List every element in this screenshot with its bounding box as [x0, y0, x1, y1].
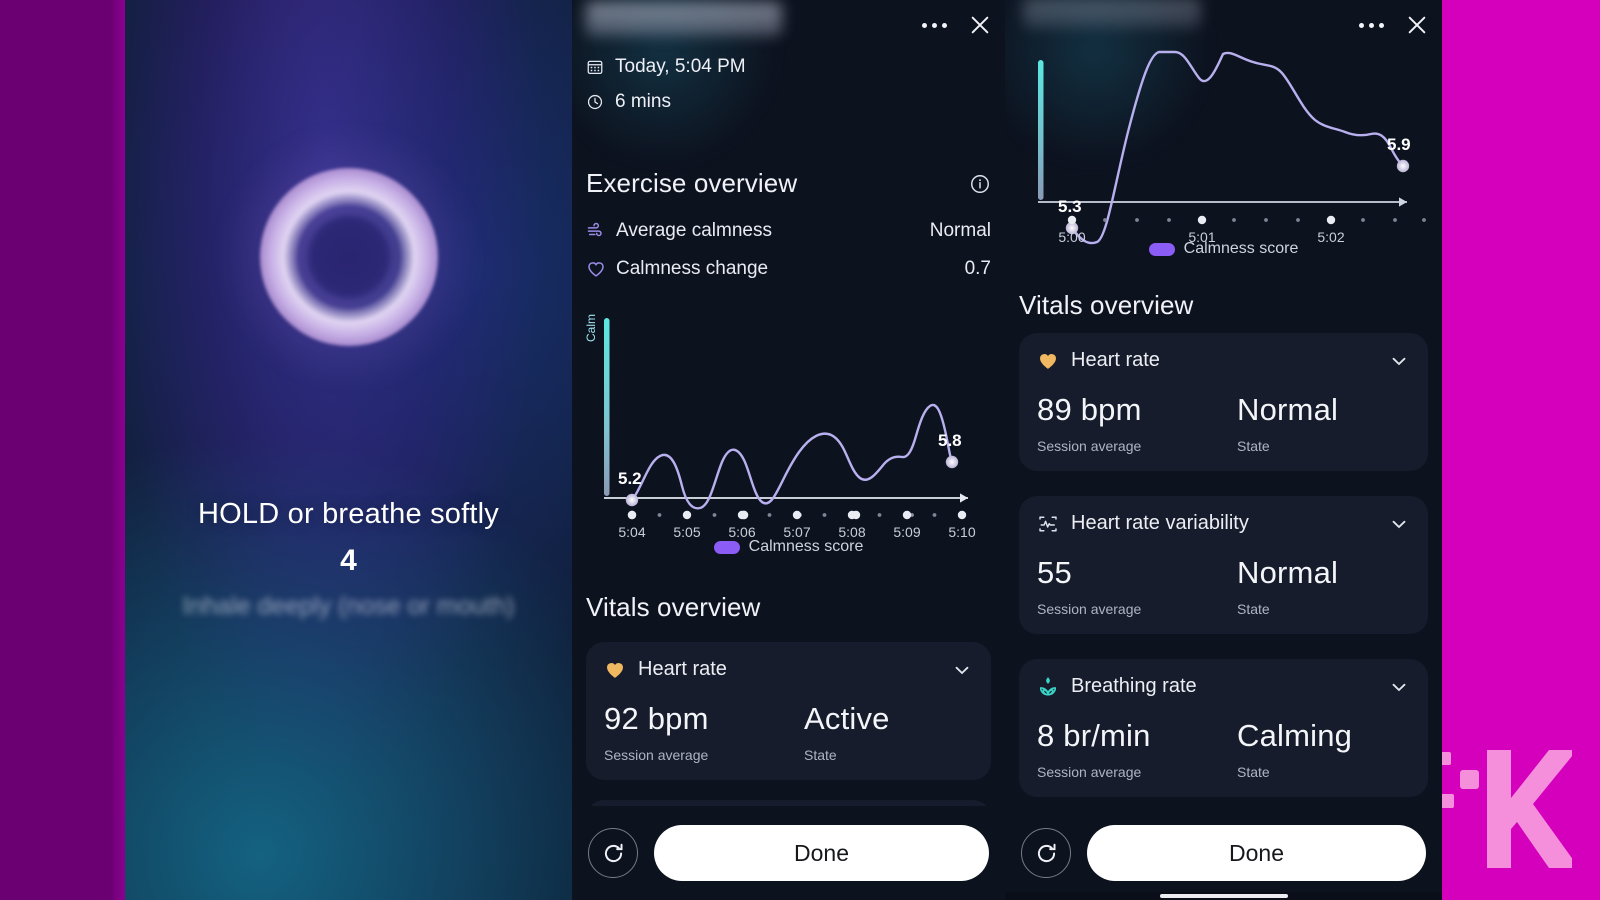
meta-duration-text: 6 mins	[615, 91, 671, 112]
session-summary-panel-right: 5.3 5.9 5:00 5:01 5:02 Calmness score Vi…	[1005, 0, 1442, 900]
vitals-card-name: Heart rate	[1071, 349, 1160, 371]
system-navigation-bar	[1005, 892, 1442, 900]
breathing-instructions: HOLD or breathe softly 4 Inhale deeply (…	[125, 498, 572, 621]
calmness-chart-middle: Calm 5.2 5.8 5:04 5:05 5:06 5:07 5:08 5:…	[584, 310, 991, 560]
avg-calmness-label: Average calmness	[616, 220, 772, 241]
chart-end-label: 5.9	[1387, 135, 1411, 154]
calmness-chart-right-svg: 5.3 5.9 5:00 5:01 5:02	[1038, 50, 1426, 245]
breath-sub-instruction: Inhale deeply (nose or mouth)	[182, 592, 515, 620]
chart-legend-middle: Calmness score	[586, 538, 991, 556]
vitals-card-value-label: Session average	[604, 747, 709, 763]
chart-end-label: 5.8	[938, 431, 962, 450]
header-actions	[922, 14, 991, 36]
breathing-exercise-panel: HOLD or breathe softly 4 Inhale deeply (…	[125, 0, 572, 900]
vitals-overview-title-right: Vitals overview	[1019, 290, 1194, 320]
vitals-card-value: 55	[1037, 555, 1072, 590]
info-icon[interactable]	[969, 173, 991, 195]
close-icon[interactable]	[969, 14, 991, 36]
screenshot-root: HOLD or breathe softly 4 Inhale deeply (…	[0, 0, 1600, 900]
vitals-card-value-label: Session average	[1037, 764, 1142, 780]
legend-label: Calmness score	[1183, 240, 1299, 257]
chart-end-point	[945, 455, 959, 469]
chart-x-ticks-right	[1067, 215, 1426, 225]
calmness-chart-right: 5.3 5.9 5:00 5:01 5:02 Calmness score	[1019, 0, 1428, 264]
calendar-icon	[587, 60, 603, 75]
vitals-card-heart-rate-variability[interactable]: Heart rate variability 55 Session averag…	[1019, 496, 1428, 634]
panel-footer-middle: Done	[572, 806, 1005, 900]
vitals-card-breathing-rate[interactable]: Breathing rate 8 br/min Session average …	[1019, 659, 1428, 797]
vitals-card-state-label: State	[1237, 438, 1270, 454]
meta-date-row: Today, 5:04 PM	[586, 56, 746, 78]
chart-y-axis-label: Calm	[584, 314, 598, 343]
panel-footer-right: Done	[1005, 806, 1442, 900]
vitals-card-state-label: State	[804, 747, 837, 763]
breathing-ring	[219, 128, 478, 386]
calmness-change-label: Calmness change	[616, 258, 769, 279]
chart-start-label: 5.3	[1058, 197, 1082, 216]
calmness-change-row: Calmness change 0.7	[586, 258, 991, 280]
chart-start-label: 5.2	[618, 469, 642, 488]
chart-start-point	[625, 493, 639, 507]
refresh-icon	[1037, 843, 1056, 862]
avg-calmness-row: Average calmness Normal	[586, 220, 991, 242]
wind-icon	[587, 222, 602, 237]
panel-header-middle	[572, 0, 1005, 62]
chart-legend-right: Calmness score	[1019, 240, 1428, 258]
chart-x-ticks-major	[627, 510, 967, 520]
chevron-down-icon[interactable]	[1388, 513, 1410, 535]
vitals-card-state: Normal	[1237, 555, 1339, 590]
vitals-card-state: Active	[804, 701, 890, 736]
breath-countdown: 4	[340, 544, 357, 577]
session-summary-panel-middle: Today, 5:04 PM 6 mins Exercise overview	[572, 0, 1005, 900]
vitals-card-name: Breathing rate	[1071, 675, 1197, 697]
done-button[interactable]: Done	[654, 825, 989, 881]
clock-icon	[587, 94, 603, 110]
meta-date-text: Today, 5:04 PM	[615, 56, 746, 77]
vitals-card-state-label: State	[1237, 764, 1270, 780]
vitals-overview-title-middle: Vitals overview	[586, 592, 761, 622]
chevron-down-icon[interactable]	[951, 659, 973, 681]
refresh-button[interactable]	[1021, 828, 1071, 878]
breathing-leaf-icon	[1039, 676, 1057, 695]
breath-instruction: HOLD or breathe softly	[198, 498, 499, 530]
vitals-card-state: Calming	[1237, 718, 1353, 753]
legend-swatch	[1148, 242, 1175, 256]
vitals-card-heart-rate[interactable]: Heart rate 89 bpm Session average Normal…	[1019, 333, 1428, 471]
chevron-down-icon[interactable]	[1388, 676, 1410, 698]
vitals-card-state-label: State	[1237, 601, 1270, 617]
breathing-ring-circle	[259, 168, 438, 346]
vitals-card-value: 92 bpm	[604, 701, 709, 736]
legend-label: Calmness score	[748, 538, 864, 555]
exercise-overview-title: Exercise overview	[586, 168, 798, 198]
calmness-change-value: 0.7	[964, 258, 991, 279]
heart-rate-variability-icon	[1039, 515, 1057, 532]
avg-calmness-value: Normal	[929, 220, 991, 241]
calmness-chart-middle-svg: 5.2 5.8 5:04 5:05 5:06 5:07 5:08 5:09 5:…	[604, 318, 976, 540]
heart-filled-icon	[1040, 353, 1056, 369]
vitals-card-state: Normal	[1237, 392, 1339, 427]
more-options-icon[interactable]	[922, 22, 947, 28]
meta-duration-row: 6 mins	[586, 91, 746, 113]
exercise-overview-header: Exercise overview	[586, 168, 991, 199]
chevron-down-icon[interactable]	[1388, 350, 1410, 372]
panel-title-redacted	[586, 2, 782, 36]
refresh-button[interactable]	[588, 828, 638, 878]
vitals-card-heart-rate[interactable]: Heart rate 92 bpm Session average Active…	[586, 642, 991, 780]
vitals-card-value-label: Session average	[1037, 438, 1142, 454]
session-meta-middle: Today, 5:04 PM 6 mins	[586, 56, 746, 126]
vitals-card-value: 8 br/min	[1037, 718, 1151, 753]
chart-end-point	[1396, 159, 1410, 173]
refresh-icon	[604, 843, 623, 862]
heart-filled-icon	[607, 662, 623, 678]
vitals-card-name: Heart rate	[638, 658, 727, 680]
vitals-card-name: Heart rate variability	[1071, 512, 1249, 534]
heart-outline-icon	[588, 262, 604, 277]
vitals-card-value-label: Session average	[1037, 601, 1142, 617]
legend-swatch	[713, 540, 740, 554]
done-button[interactable]: Done	[1087, 825, 1426, 881]
vitals-card-value: 89 bpm	[1037, 392, 1142, 427]
